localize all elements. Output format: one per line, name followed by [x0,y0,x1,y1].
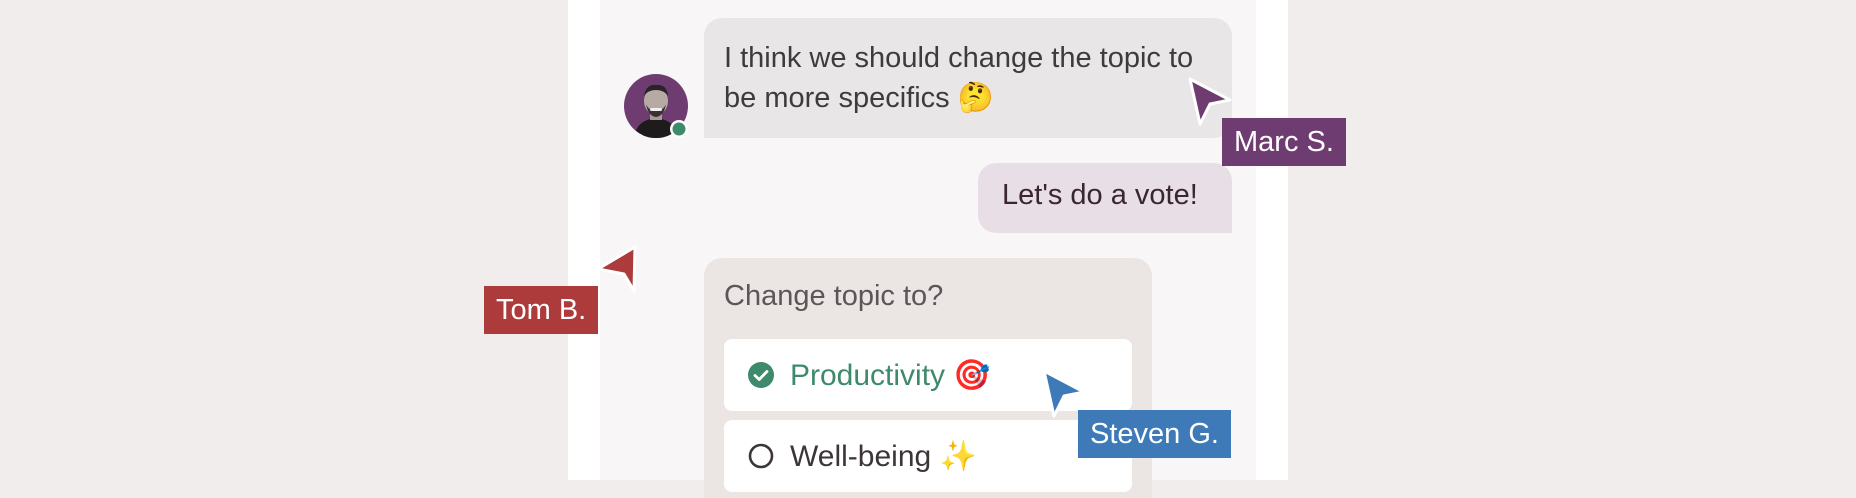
outgoing-message-text: Let's do a vote! [1002,179,1198,211]
cursor-label-marc: Marc S. [1222,118,1346,166]
outgoing-message-bubble: Let's do a vote! [978,163,1232,233]
cursor-pointer-icon [596,245,637,293]
cursor-label-steven: Steven G. [1078,410,1231,458]
unchecked-circle-icon [748,443,774,469]
poll-question: Change topic to? [724,280,944,312]
poll-option-label: Productivity 🎯 [790,358,991,392]
incoming-message-text: I think we should change the topic to be… [724,42,1194,114]
checked-circle-icon [748,362,774,388]
cursor-label-tom: Tom B. [484,286,599,334]
poll-option-well-being[interactable]: Well-being ✨ [724,420,1132,492]
poll-option-label: Well-being ✨ [790,439,977,473]
avatar[interactable] [624,74,688,138]
incoming-message-bubble: I think we should change the topic to be… [704,18,1232,138]
